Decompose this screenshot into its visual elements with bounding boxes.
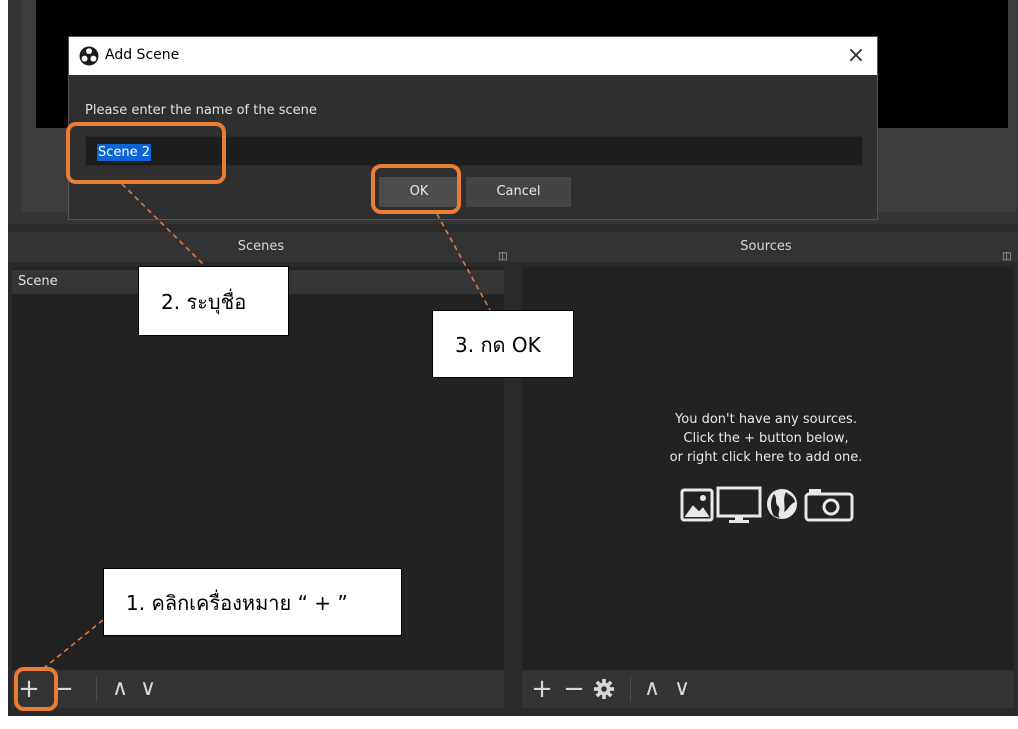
cancel-button[interactable]: Cancel xyxy=(466,177,571,207)
sources-empty-message: You don't have any sources. Click the + … xyxy=(606,410,926,467)
callout-step3: 3. กด OK xyxy=(432,310,574,378)
window-bottom-edge xyxy=(0,716,1018,729)
scenes-dock-title: Scenes ◫ xyxy=(8,232,514,262)
obs-logo-icon xyxy=(79,46,99,66)
highlight-name-input xyxy=(66,122,226,184)
move-scene-up-button[interactable]: ∧ xyxy=(108,677,132,701)
dialog-prompt: Please enter the name of the scene xyxy=(85,103,317,118)
highlight-ok-button xyxy=(371,164,461,214)
add-source-button[interactable]: + xyxy=(530,676,554,702)
move-source-down-button[interactable]: ∨ xyxy=(670,677,694,701)
monitor-icon xyxy=(716,486,762,523)
sources-title-text: Sources xyxy=(740,239,792,254)
remove-source-button[interactable]: − xyxy=(562,676,586,702)
toolbar-separator xyxy=(96,676,97,702)
source-type-icons xyxy=(680,486,854,523)
highlight-add-button xyxy=(14,667,58,711)
empty-line-1: You don't have any sources. xyxy=(675,412,857,427)
globe-icon xyxy=(767,489,797,519)
callout-step2: 2. ระบุชื่อ xyxy=(138,266,289,336)
scenes-toolbar: + − ∧ ∨ xyxy=(12,670,504,708)
empty-line-2: Click the + button below, xyxy=(683,431,849,446)
close-icon[interactable]: × xyxy=(841,41,871,71)
gear-icon xyxy=(593,678,615,700)
sources-toolbar: + − ∧ ∨ xyxy=(522,670,1014,708)
callout-step1: 1. คลิกเครื่องหมาย “ + ” xyxy=(103,568,402,636)
move-source-up-button[interactable]: ∧ xyxy=(640,677,664,701)
dialog-title-bar: Add Scene × xyxy=(69,37,877,75)
image-icon xyxy=(680,488,714,522)
sources-dock-title: Sources ◫ xyxy=(514,232,1018,262)
camera-icon xyxy=(804,489,854,522)
source-properties-gear-icon[interactable] xyxy=(592,677,616,701)
sources-list[interactable] xyxy=(522,267,1014,670)
window-left-edge xyxy=(0,0,8,729)
dialog-title: Add Scene xyxy=(105,47,180,63)
scenes-title-text: Scenes xyxy=(237,239,285,254)
toolbar-separator xyxy=(630,676,631,702)
move-scene-down-button[interactable]: ∨ xyxy=(136,677,160,701)
empty-line-3: or right click here to add one. xyxy=(669,450,863,465)
